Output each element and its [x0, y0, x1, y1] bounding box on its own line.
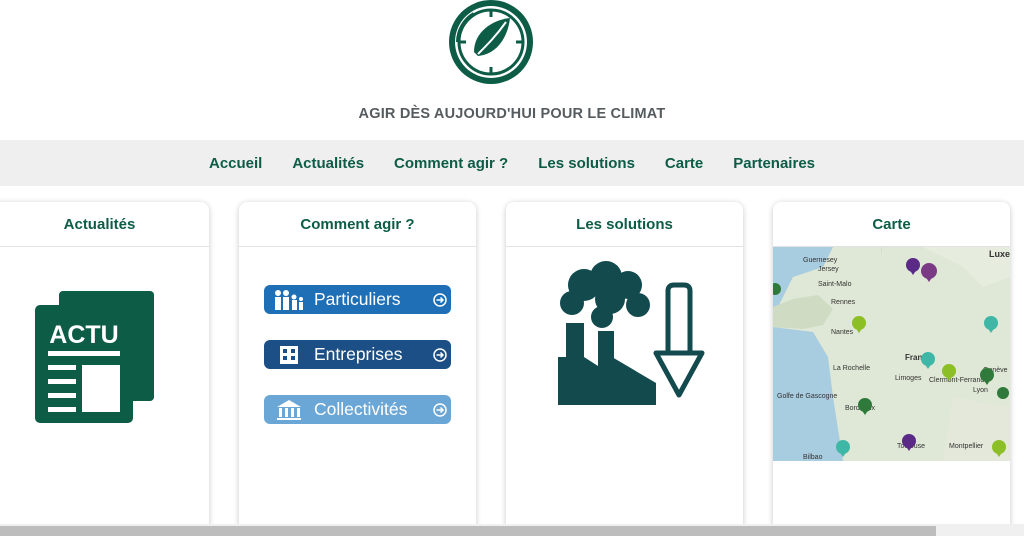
card-title-actualites: Actualités: [0, 202, 209, 247]
nav-les-solutions[interactable]: Les solutions: [538, 155, 635, 172]
site-header: AGIR DÈS AUJOURD'HUI POUR LE CLIMAT: [0, 0, 1024, 140]
town-hall-icon: [264, 399, 314, 421]
collectivites-button[interactable]: Collectivités: [264, 395, 451, 424]
clock-leaf-icon[interactable]: [444, 0, 538, 88]
card-body-carte: Guernesey Jersey Saint-Malo Rennes Nante…: [773, 247, 1010, 536]
map-preview[interactable]: Guernesey Jersey Saint-Malo Rennes Nante…: [773, 247, 1010, 461]
card-actualites[interactable]: Actualités ACTU: [0, 202, 209, 536]
card-comment-agir[interactable]: Comment agir ? Particuliers Entreprises …: [239, 202, 476, 536]
entreprises-button[interactable]: Entreprises: [264, 340, 451, 369]
card-body-les-solutions: [506, 247, 743, 536]
cards-section: Actualités ACTU Comment agir ? Particuli…: [0, 186, 1024, 536]
card-body-comment-agir: Particuliers Entreprises Collectivités: [239, 247, 476, 536]
scrollbar-thumb[interactable]: [0, 526, 936, 536]
card-les-solutions[interactable]: Les solutions: [506, 202, 743, 536]
card-carte[interactable]: Carte Guernesey Jersey Saint-Malo Rennes…: [773, 202, 1010, 536]
building-icon: [264, 344, 314, 366]
family-icon: [264, 289, 314, 311]
card-title-carte: Carte: [773, 202, 1010, 247]
factory-decrease-icon[interactable]: [506, 247, 743, 536]
map-markers: [773, 247, 1009, 457]
nav-actualites[interactable]: Actualités: [292, 155, 364, 172]
particuliers-label: Particuliers: [314, 289, 401, 309]
collectivites-label: Collectivités: [314, 399, 408, 419]
nav-carte[interactable]: Carte: [665, 155, 703, 172]
actu-icon-text: ACTU: [49, 321, 118, 349]
map-marker-icon: [773, 247, 1009, 457]
main-nav: Accueil Actualités Comment agir ? Les so…: [0, 140, 1024, 186]
site-tagline: AGIR DÈS AUJOURD'HUI POUR LE CLIMAT: [358, 106, 666, 122]
arrow-right-circle-icon: [429, 347, 451, 362]
arrow-right-circle-icon: [429, 402, 451, 417]
particuliers-button[interactable]: Particuliers: [264, 285, 451, 314]
card-title-comment-agir: Comment agir ?: [239, 202, 476, 247]
nav-accueil[interactable]: Accueil: [209, 155, 262, 172]
entreprises-label: Entreprises: [314, 344, 403, 364]
newspaper-icon[interactable]: ACTU: [0, 247, 209, 536]
card-body-actualites: ACTU: [0, 247, 209, 536]
arrow-right-circle-icon: [429, 292, 451, 307]
nav-partenaires[interactable]: Partenaires: [733, 155, 815, 172]
card-title-les-solutions: Les solutions: [506, 202, 743, 247]
nav-comment-agir[interactable]: Comment agir ?: [394, 155, 508, 172]
